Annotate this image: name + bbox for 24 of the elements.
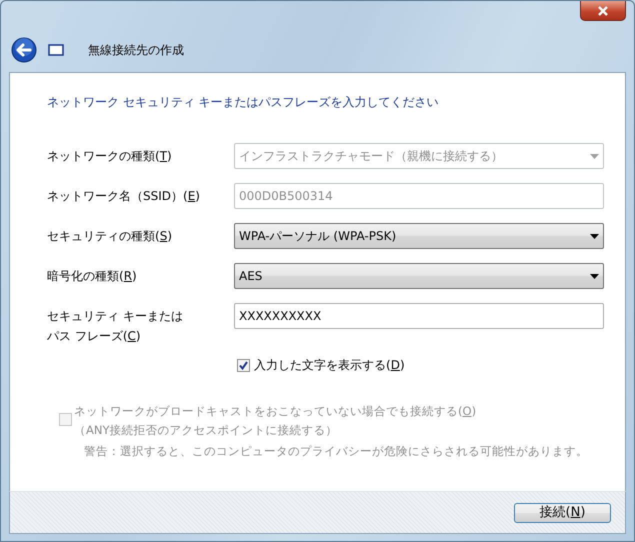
field-label: ネットワーク名（SSID）(E): [47, 188, 200, 205]
dropdown-arrow-icon: [590, 154, 599, 158]
close-icon: [596, 4, 610, 16]
field-label: セキュリティの種類(S): [47, 228, 172, 245]
field-label: パス フレーズ(C): [47, 328, 141, 345]
dropdown-arrow-icon: [590, 234, 599, 238]
input-field[interactable]: XXXXXXXXXX: [234, 303, 604, 329]
checkbox-label: 入力した文字を表示する(D): [254, 357, 405, 374]
connect-button[interactable]: 接続(N): [514, 502, 611, 522]
dropdown[interactable]: WPA-パーソナル (WPA-PSK): [234, 223, 604, 249]
warning-text: 警告：選択すると、このコンピュータのプライバシーが危険にさらされる可能性があります。: [84, 443, 588, 460]
field-label: セキュリティ キーまたは: [47, 308, 183, 325]
dropdown[interactable]: AES: [234, 263, 604, 289]
close-button[interactable]: [580, 1, 626, 21]
window-title: 無線接続先の作成: [88, 42, 184, 59]
checkbox-label: ネットワークがブロードキャストをおこなっていない場合でも接続する(O): [74, 403, 476, 420]
field-label: ネットワークの種類(T): [47, 148, 172, 165]
dropdown-arrow-icon: [590, 274, 599, 278]
window-icon: [48, 44, 64, 56]
checkbox[interactable]: [237, 358, 250, 372]
field-label: 暗号化の種類(R): [47, 268, 137, 285]
instruction-heading: ネットワーク セキュリティ キーまたはパスフレーズを入力してください: [47, 94, 440, 111]
back-button[interactable]: [11, 37, 37, 63]
option-note: （ANY接続拒否のアクセスポイントに接続する）: [74, 422, 338, 439]
